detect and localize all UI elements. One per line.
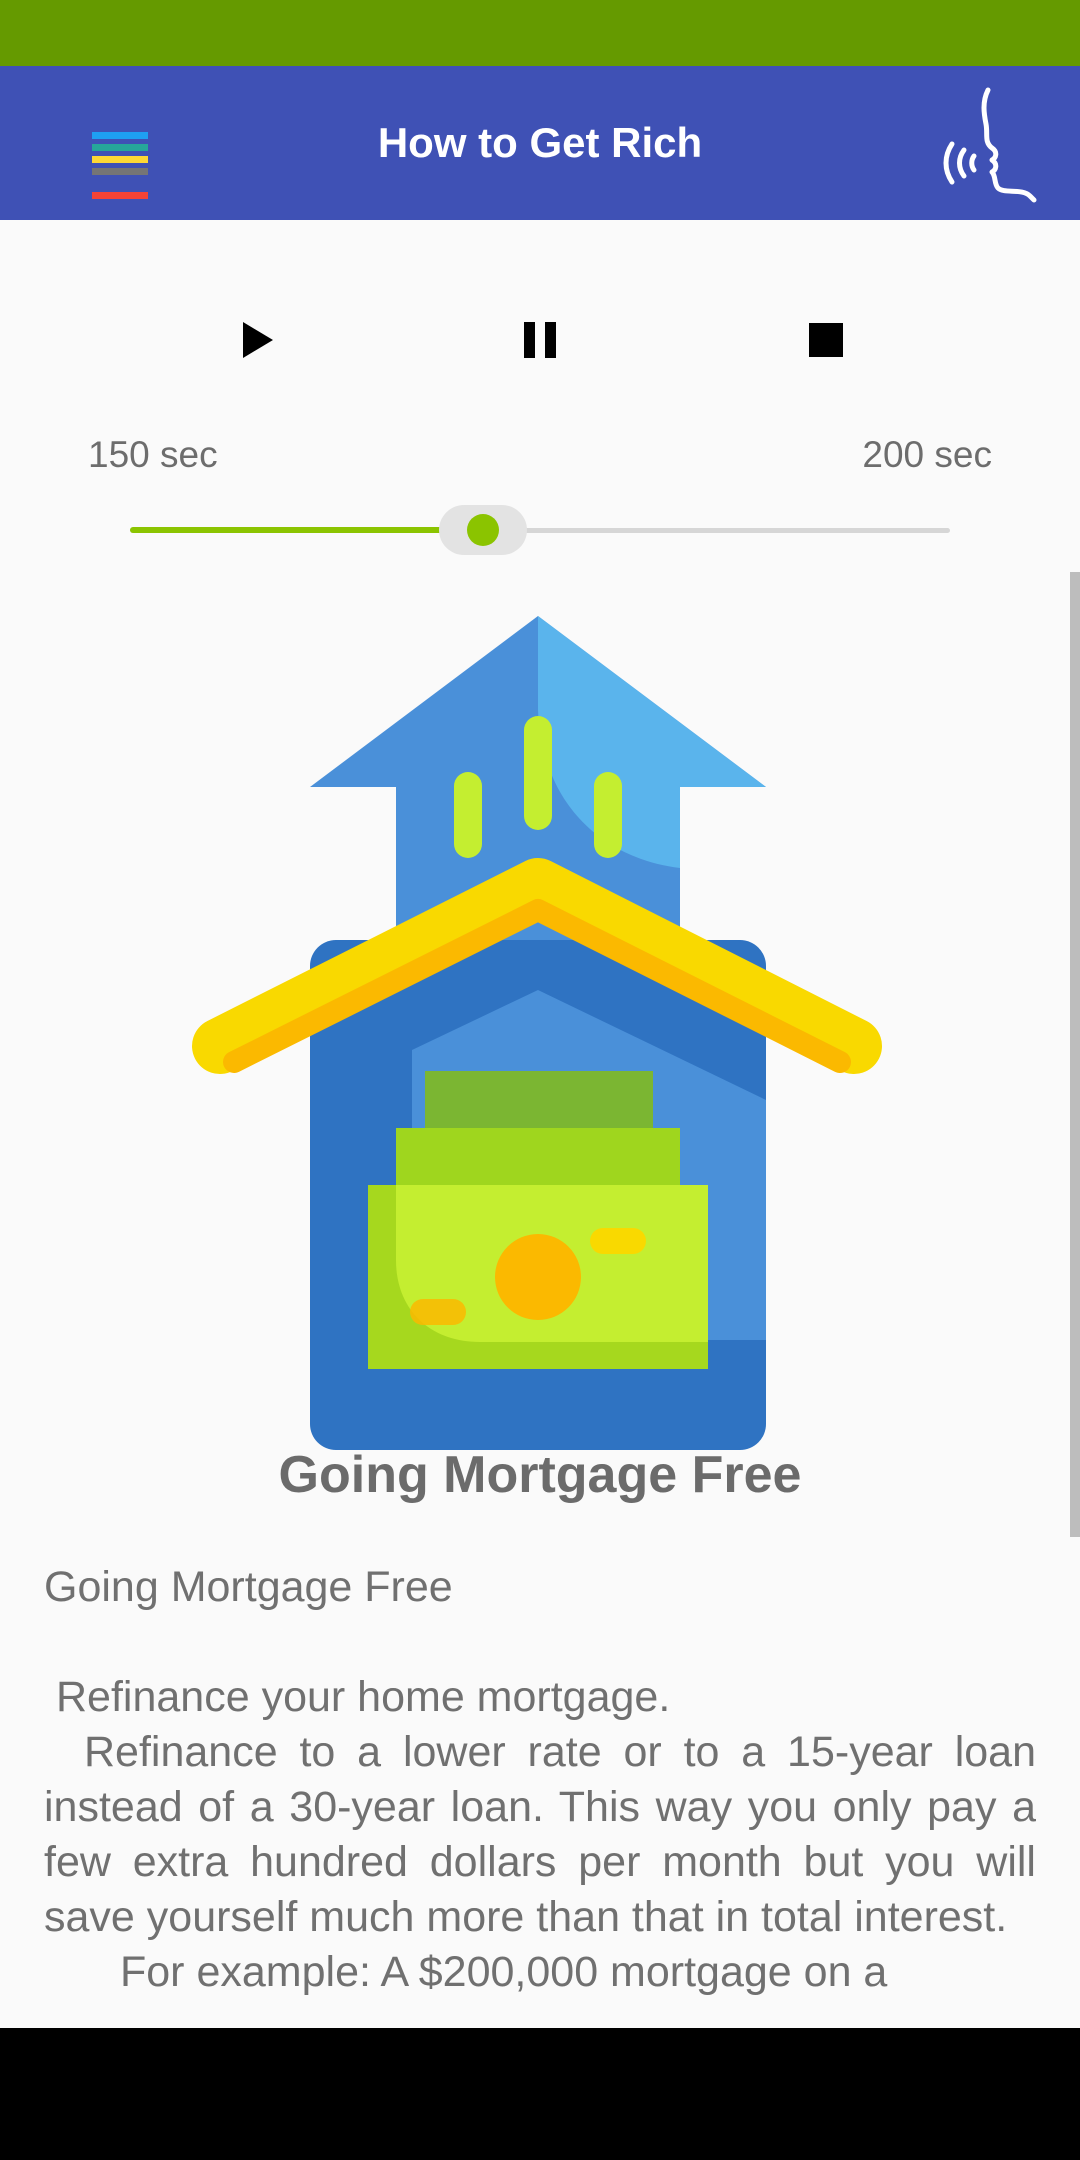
slider-thumb[interactable] (467, 514, 499, 546)
pause-icon (524, 322, 556, 358)
stop-button[interactable] (786, 300, 866, 380)
pause-button[interactable] (500, 300, 580, 380)
play-icon (243, 322, 273, 358)
menu-line (92, 192, 148, 199)
seek-slider[interactable] (130, 505, 950, 555)
menu-line (92, 168, 148, 175)
current-time-label: 150 sec (88, 434, 218, 475)
app-title: How to Get Rich (377, 119, 703, 166)
menu-line (92, 156, 148, 163)
status-bar (0, 0, 1080, 66)
stop-icon (809, 323, 843, 357)
menu-line (92, 132, 148, 139)
play-button[interactable] (217, 300, 297, 380)
article-heading: Going Mortgage Free (278, 1446, 802, 1504)
article-paragraph: For example: A $200,000 mortgage on a (120, 1948, 888, 1996)
menu-icon[interactable] (80, 96, 160, 199)
article-content: Going Mortgage Free Refinance your home … (44, 1560, 1036, 2028)
app-bar: How to Get Rich (0, 66, 1080, 220)
section-title: Going Mortgage Free (44, 1563, 453, 1611)
scrollbar[interactable] (1070, 572, 1080, 1537)
menu-line (92, 144, 148, 151)
house-with-arrow-and-money-icon (190, 610, 890, 1450)
navigation-bar (0, 2028, 1080, 2160)
speaking-head-icon[interactable] (930, 84, 1050, 204)
total-time-label: 200 sec (862, 434, 992, 475)
article-subtitle: Refinance your home mortgage. (56, 1673, 671, 1721)
slider-fill (130, 527, 483, 533)
article-paragraph: Refinance to a lower rate or to a 15-yea… (44, 1728, 1036, 1941)
media-player-controls (0, 300, 1080, 380)
